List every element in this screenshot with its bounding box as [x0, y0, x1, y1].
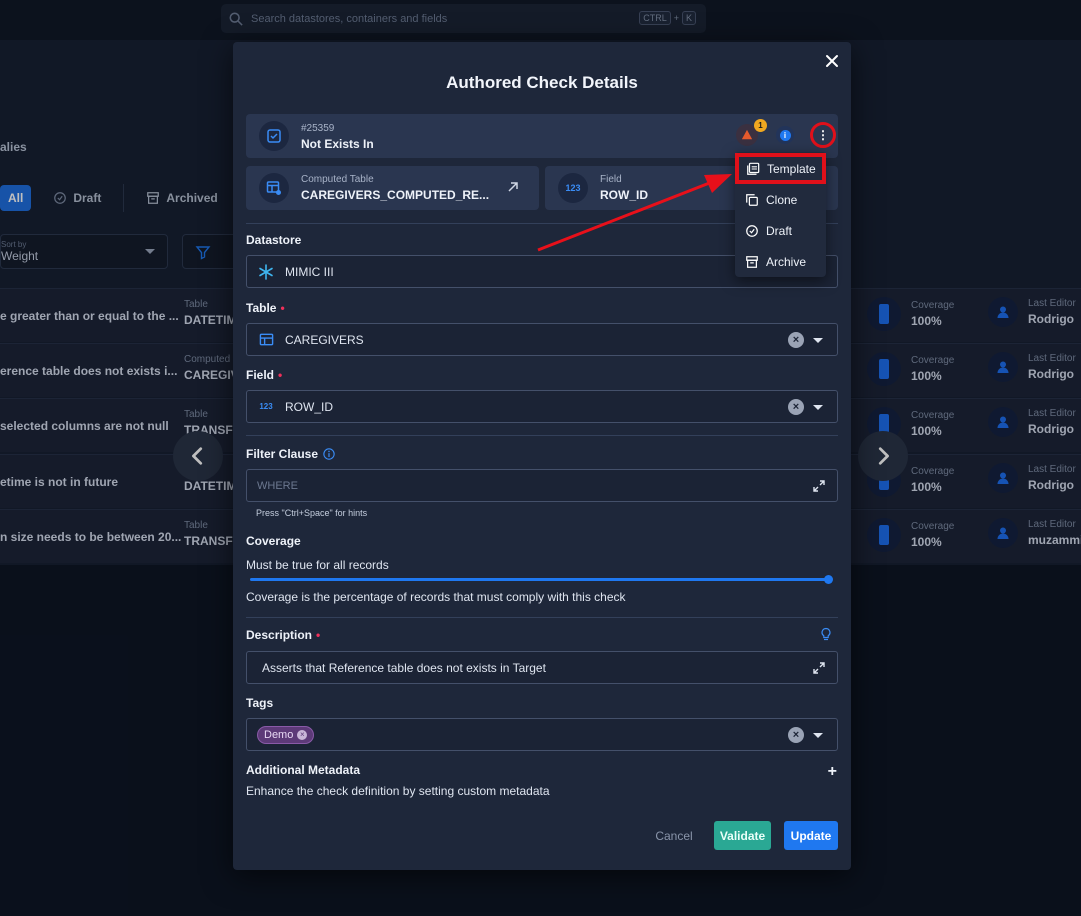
description-label: Description • — [246, 628, 320, 642]
field-card-value: ROW_ID — [600, 188, 648, 202]
more-options-button[interactable]: ⋮ — [810, 122, 836, 148]
field-label: Field • — [246, 368, 282, 382]
required-indicator: • — [280, 301, 285, 315]
field-card-label: Field — [600, 174, 622, 185]
menu-item-template[interactable]: Template — [735, 153, 826, 184]
menu-item-archive-label: Archive — [766, 254, 807, 269]
table-label-text: Table — [246, 301, 277, 315]
datastore-value: MIMIC III — [285, 264, 334, 279]
field-select[interactable]: 123 ROW_ID × — [246, 390, 838, 423]
check-id: #25359 — [301, 123, 335, 134]
menu-item-clone[interactable]: Clone — [735, 184, 826, 215]
archive-icon — [746, 255, 758, 268]
filter-placeholder: WHERE — [257, 479, 298, 492]
coverage-text: Must be true for all records — [246, 558, 389, 572]
lightbulb-icon[interactable] — [819, 627, 833, 641]
field-value: ROW_ID — [285, 399, 333, 414]
tags-select[interactable]: Demo × × — [246, 718, 838, 751]
computed-table-value: CAREGIVERS_COMPUTED_RE... — [301, 188, 490, 202]
menu-item-clone-label: Clone — [766, 192, 798, 207]
expand-icon[interactable] — [813, 662, 825, 674]
more-options-menu: Template Clone Draft Archive — [735, 152, 826, 277]
template-icon — [747, 162, 760, 175]
divider — [246, 435, 838, 436]
coverage-description: Coverage is the percentage of records th… — [246, 590, 626, 604]
add-metadata-icon[interactable]: + — [828, 763, 837, 781]
table-label: Table • — [246, 301, 285, 315]
required-indicator: • — [278, 368, 283, 382]
tags-label: Tags — [246, 696, 274, 710]
snowflake-icon — [257, 263, 275, 281]
menu-item-draft-label: Draft — [766, 223, 793, 238]
datastore-label: Datastore — [246, 233, 302, 247]
info-button[interactable]: i — [776, 126, 794, 144]
update-button[interactable]: Update — [784, 821, 838, 850]
kebab-menu-icon: ⋮ — [817, 128, 829, 142]
required-indicator: • — [316, 628, 321, 642]
warning-icon — [741, 129, 753, 140]
filter-clause-input[interactable]: WHERE — [246, 469, 838, 502]
expand-icon[interactable] — [813, 480, 825, 492]
clear-icon[interactable]: × — [788, 399, 804, 415]
check-name: Not Exists In — [301, 137, 374, 151]
description-label-text: Description — [246, 628, 313, 642]
cancel-button[interactable]: Cancel — [643, 821, 705, 850]
table-value: CAREGIVERS — [285, 332, 364, 347]
computed-table-card[interactable]: Computed Table CAREGIVERS_COMPUTED_RE... — [246, 166, 539, 210]
clone-icon — [746, 193, 758, 206]
chevron-down-icon[interactable] — [813, 733, 823, 738]
check-type-icon — [259, 121, 289, 151]
coverage-slider-handle[interactable] — [824, 575, 833, 584]
field-label-text: Field — [246, 368, 275, 382]
menu-item-draft[interactable]: Draft — [735, 215, 826, 246]
chevron-down-icon[interactable] — [813, 338, 823, 343]
table-gear-icon — [266, 181, 281, 195]
tag-label: Demo — [264, 728, 294, 741]
menu-item-template-label: Template — [767, 161, 816, 176]
numeric-icon: 123 — [565, 183, 581, 193]
close-icon[interactable] — [825, 54, 839, 68]
draft-icon — [746, 224, 758, 237]
divider — [246, 617, 838, 618]
open-link-icon[interactable] — [507, 181, 519, 193]
remove-tag-icon[interactable]: × — [297, 729, 308, 740]
filter-clause-label-text: Filter Clause — [246, 447, 319, 461]
menu-item-archive[interactable]: Archive — [735, 246, 826, 277]
checkbox-icon — [267, 129, 281, 143]
tag-chip: Demo × — [257, 725, 315, 744]
clear-icon[interactable]: × — [788, 727, 804, 743]
coverage-slider[interactable] — [250, 578, 830, 581]
additional-metadata-text: Enhance the check definition by setting … — [246, 784, 550, 798]
validate-button[interactable]: Validate — [714, 821, 771, 850]
numeric-icon: 123 — [259, 402, 273, 411]
computed-table-label: Computed Table — [301, 174, 374, 185]
info-icon: i — [779, 129, 791, 141]
table-icon — [257, 331, 275, 349]
filter-hint: Press "Ctrl+Space" for hints — [256, 508, 368, 518]
field-type-icon: 123 — [558, 173, 588, 203]
filter-clause-label: Filter Clause — [246, 447, 335, 461]
computed-table-icon — [259, 173, 289, 203]
description-input[interactable]: Asserts that Reference table does not ex… — [246, 651, 838, 684]
warning-count: 1 — [754, 119, 767, 132]
chevron-down-icon[interactable] — [813, 405, 823, 410]
coverage-label: Coverage — [246, 534, 301, 548]
description-value: Asserts that Reference table does not ex… — [262, 660, 546, 675]
clear-icon[interactable]: × — [788, 332, 804, 348]
table-select[interactable]: CAREGIVERS × — [246, 323, 838, 356]
additional-metadata-label: Additional Metadata — [246, 763, 361, 777]
info-icon[interactable] — [323, 448, 335, 460]
modal-title: Authored Check Details — [446, 73, 638, 92]
